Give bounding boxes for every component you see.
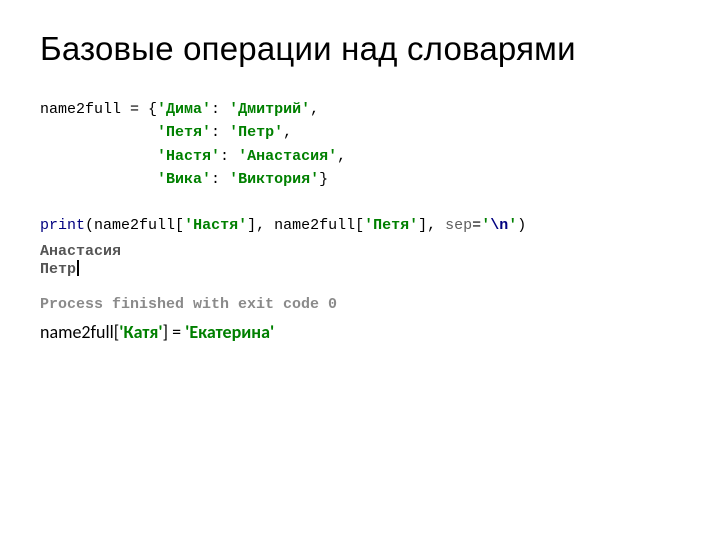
dict-key-0: 'Дима' [157,101,211,118]
print-keyword: print [40,217,85,234]
dict-val-2: 'Анастасия' [238,148,337,165]
assign-mid: ] = [163,321,186,343]
print-key-2: 'Петя' [364,217,418,234]
assign-val: 'Екатерина' [185,321,274,343]
dict-key-3: 'Вика' [157,171,211,188]
text-cursor [77,260,79,276]
print-key-1: 'Настя' [184,217,247,234]
dict-val-1: 'Петр' [229,124,283,141]
assignment-line: name2full['Катя'] = 'Екатерина' [40,321,680,343]
dict-val-3: 'Виктория' [229,171,319,188]
output-line-1: Анастасия [40,243,121,260]
dict-key-2: 'Настя' [157,148,220,165]
dict-val-0: 'Дмитрий' [229,101,310,118]
sep-arg-name: sep [445,217,472,234]
output-block: Анастасия Петр [40,242,680,278]
dict-key-1: 'Петя' [157,124,211,141]
print-ref-2: name2full [274,217,355,234]
slide: Базовые операции над словарями name2full… [0,0,720,540]
assign-lhs: name2full[ [40,321,119,343]
code-var: name2full [40,101,121,118]
process-finished-line: Process finished with exit code 0 [40,296,680,313]
sep-close: ' [508,217,517,234]
print-ref-1: name2full [94,217,175,234]
output-line-2: Петр [40,261,76,278]
slide-title: Базовые операции над словарями [40,30,680,68]
sep-open: ' [481,217,490,234]
sep-escape: \n [490,217,508,234]
assign-key: 'Катя' [119,321,162,343]
code-block: name2full = {'Дима': 'Дмитрий', 'Петя': … [40,98,680,238]
